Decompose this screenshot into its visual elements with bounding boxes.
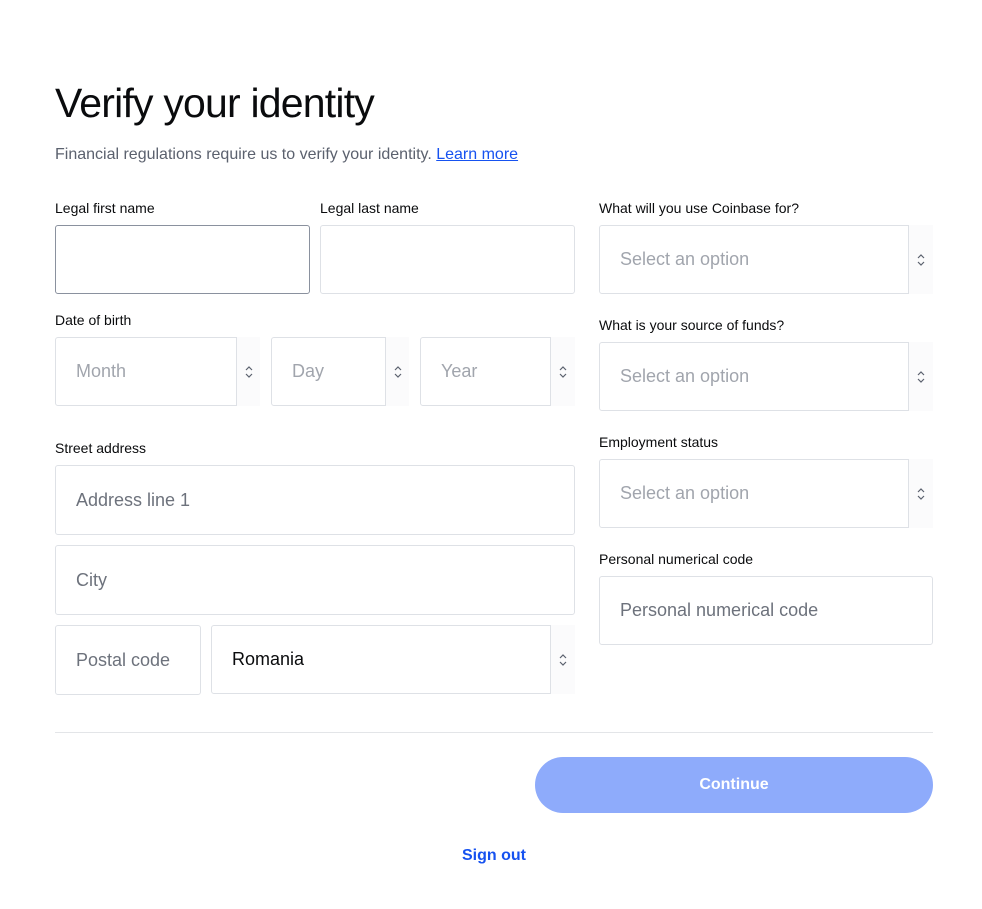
funds-select[interactable]: Select an option <box>599 342 933 411</box>
country-select[interactable]: Romania <box>211 625 575 694</box>
dob-month-value: Month <box>55 337 237 406</box>
first-name-label: Legal first name <box>55 200 155 216</box>
chevron-up-down-icon <box>551 625 575 694</box>
subtitle-text: Financial regulations require us to veri… <box>55 146 432 163</box>
chevron-up-down-icon <box>386 337 409 406</box>
last-name-field[interactable] <box>320 225 575 294</box>
country-value: Romania <box>211 625 551 694</box>
funds-value: Select an option <box>599 342 909 411</box>
pnc-input[interactable] <box>620 577 932 644</box>
use-select[interactable]: Select an option <box>599 225 933 294</box>
chevron-up-down-icon <box>237 337 260 406</box>
dob-year-value: Year <box>420 337 551 406</box>
pnc-field[interactable] <box>599 576 933 645</box>
dob-month-select[interactable]: Month <box>55 337 260 406</box>
last-name-label: Legal last name <box>320 200 419 216</box>
pnc-label: Personal numerical code <box>599 551 754 567</box>
funds-label: What is your source of funds? <box>599 317 785 333</box>
first-name-field[interactable] <box>55 225 310 294</box>
last-name-input[interactable] <box>341 226 574 293</box>
continue-button[interactable]: Continue <box>535 757 933 813</box>
city-field[interactable] <box>55 545 575 615</box>
employment-label: Employment status <box>599 434 719 450</box>
city-input[interactable] <box>76 546 574 614</box>
employment-value: Select an option <box>599 459 909 528</box>
address-line1-input[interactable] <box>76 466 574 534</box>
use-label: What will you use Coinbase for? <box>599 200 799 216</box>
page-title: Verify your identity <box>55 80 375 126</box>
employment-select[interactable]: Select an option <box>599 459 933 528</box>
dob-year-select[interactable]: Year <box>420 337 575 406</box>
sign-out-link[interactable]: Sign out <box>0 847 982 865</box>
chevron-up-down-icon <box>909 459 933 528</box>
learn-more-link[interactable]: Learn more <box>436 146 518 163</box>
postal-code-field[interactable] <box>55 625 201 695</box>
chevron-up-down-icon <box>909 342 933 411</box>
verify-identity-page: Verify your identity Financial regulatio… <box>0 0 982 909</box>
first-name-input[interactable] <box>76 226 309 293</box>
page-subtitle: Financial regulations require us to veri… <box>55 146 518 164</box>
street-address-label: Street address <box>55 440 147 456</box>
chevron-up-down-icon <box>909 225 933 294</box>
dob-day-value: Day <box>271 337 386 406</box>
dob-label: Date of birth <box>55 312 132 328</box>
address-line1-field[interactable] <box>55 465 575 535</box>
chevron-up-down-icon <box>551 337 575 406</box>
divider <box>55 732 933 733</box>
dob-day-select[interactable]: Day <box>271 337 409 406</box>
use-value: Select an option <box>599 225 909 294</box>
postal-code-input[interactable] <box>76 626 200 694</box>
